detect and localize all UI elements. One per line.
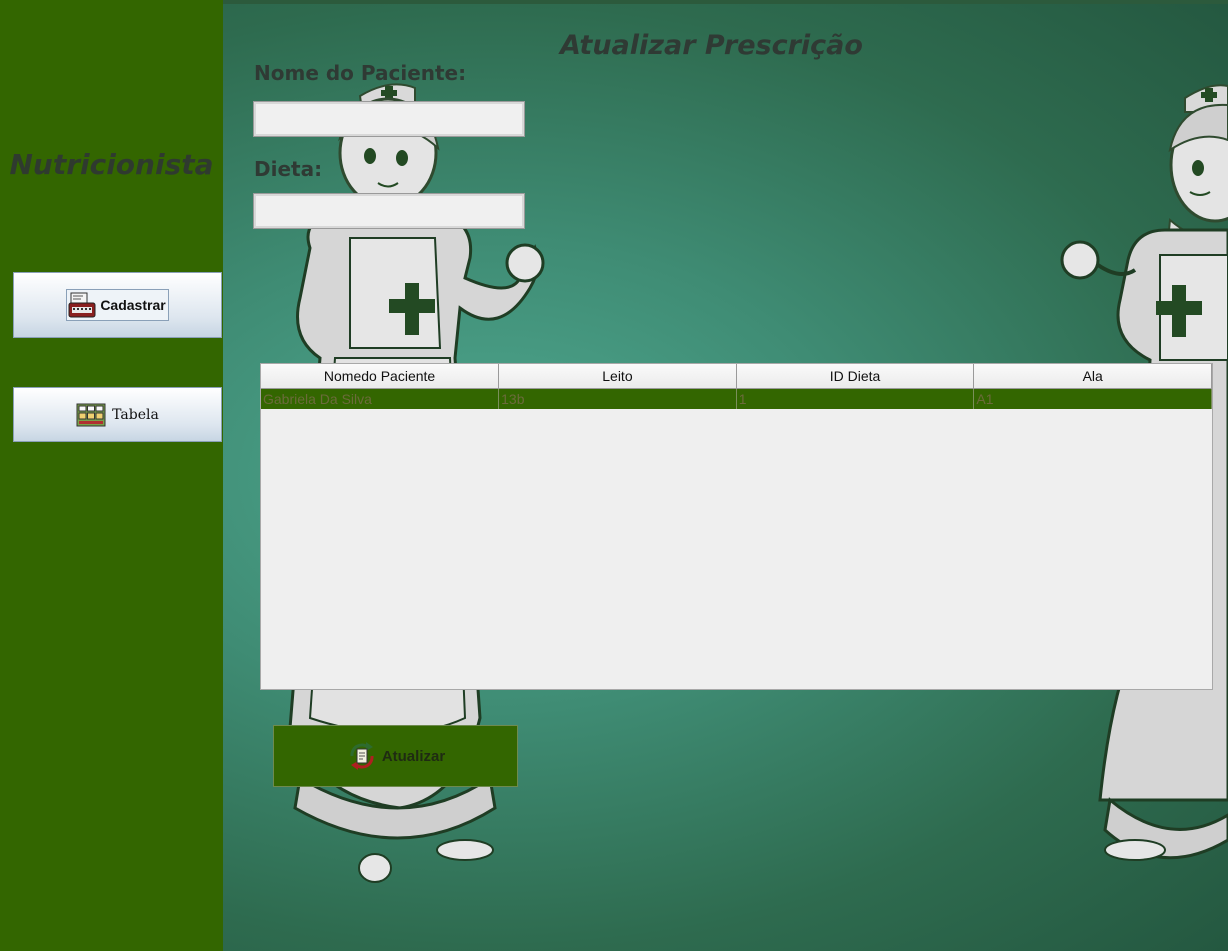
cadastrar-label: Cadastrar (100, 297, 166, 313)
table-cell[interactable]: 13b (498, 388, 737, 409)
patients-table-grid: Nomedo Paciente Leito ID Dieta Ala Gabri… (261, 364, 1212, 409)
page-title: Atualizar Prescrição (560, 30, 863, 61)
table-cell[interactable]: 1 (736, 388, 975, 409)
app-window: Nutricionista Cadastrar Tabela Atualizar… (0, 0, 1228, 951)
sidebar-title: Nutricionista (9, 148, 214, 181)
register-machine-icon (68, 292, 96, 318)
table-cell[interactable]: A1 (973, 388, 1212, 409)
table-icon (76, 403, 106, 426)
cadastrar-button[interactable]: Cadastrar (13, 272, 222, 338)
table-header-row: Nomedo Paciente Leito ID Dieta Ala (261, 364, 1212, 389)
column-header-ala[interactable]: Ala (973, 364, 1212, 389)
dieta-label: Dieta: (254, 157, 323, 181)
table-cell[interactable]: Gabriela Da Silva (261, 388, 500, 409)
cadastrar-button-inner: Cadastrar (66, 289, 169, 321)
dieta-input[interactable] (253, 193, 525, 229)
column-header-leito[interactable]: Leito (498, 364, 737, 389)
column-header-nome[interactable]: Nomedo Paciente (261, 364, 500, 389)
nome-paciente-label: Nome do Paciente: (254, 61, 467, 85)
atualizar-label: Atualizar (381, 747, 446, 765)
sidebar: Nutricionista Cadastrar Tabela (0, 0, 223, 951)
tabela-label: Tabela (112, 406, 159, 423)
patients-table: Nomedo Paciente Leito ID Dieta Ala Gabri… (260, 363, 1213, 690)
column-header-id-dieta[interactable]: ID Dieta (736, 364, 975, 389)
top-strip (195, 0, 1228, 4)
atualizar-button[interactable]: Atualizar (273, 725, 518, 787)
table-row[interactable]: Gabriela Da Silva 13b 1 A1 (261, 388, 1212, 409)
nome-paciente-input[interactable] (253, 101, 525, 137)
update-refresh-icon (350, 742, 374, 770)
tabela-button[interactable]: Tabela (13, 387, 222, 442)
